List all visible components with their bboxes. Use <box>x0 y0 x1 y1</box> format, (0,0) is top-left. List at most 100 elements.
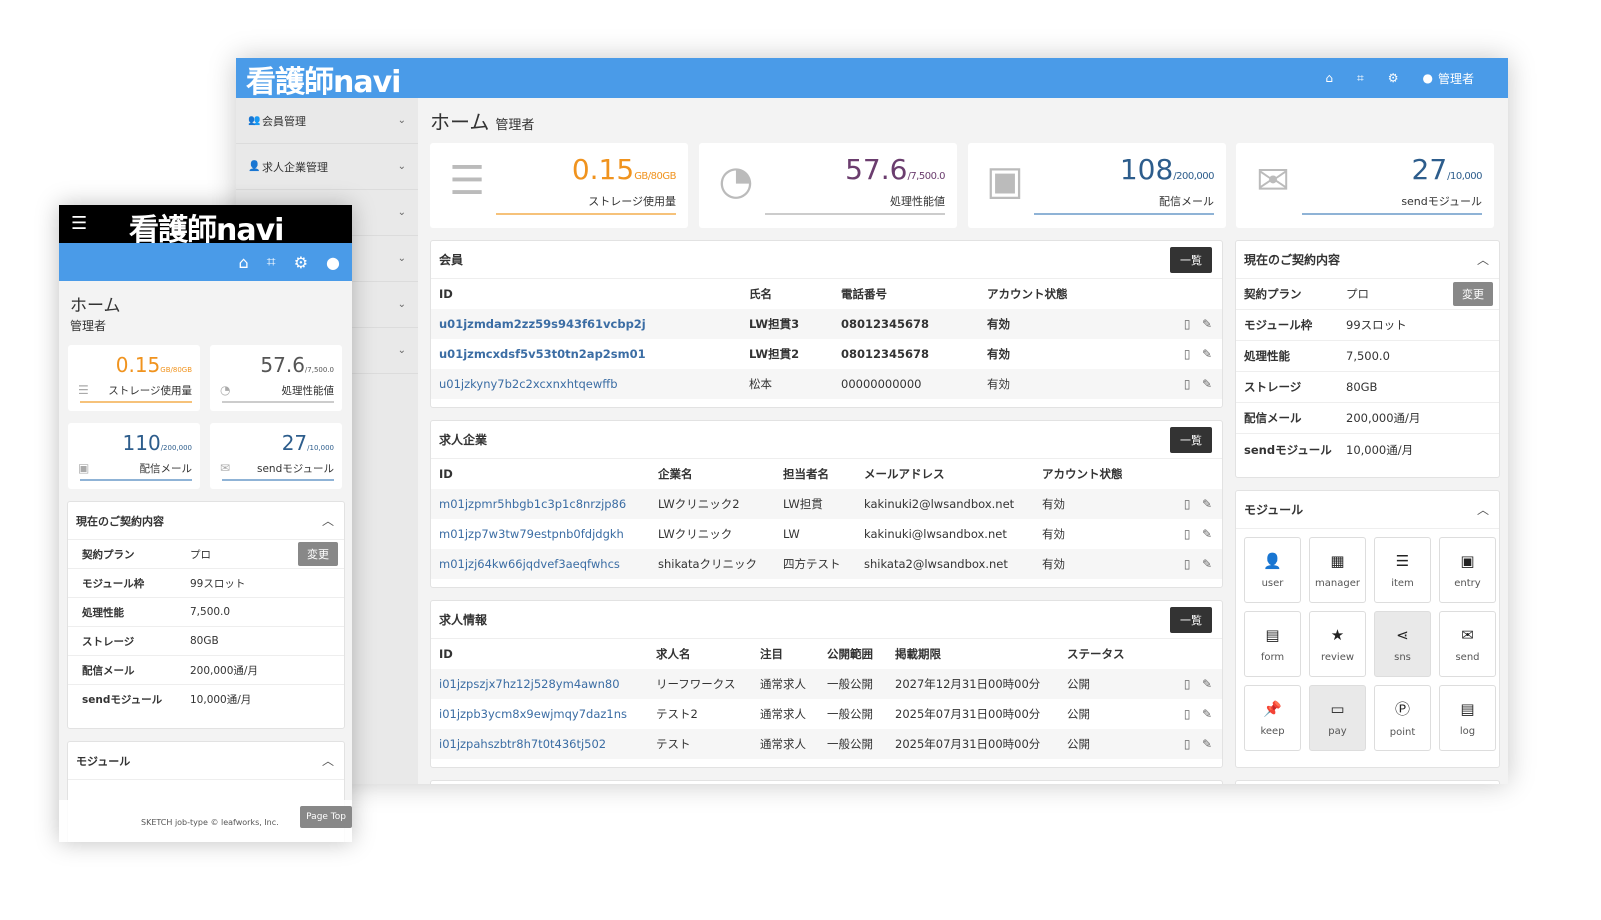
module-form[interactable]: ▤ form <box>1244 611 1301 677</box>
contract-row: 処理性能 7,500.0 <box>68 598 344 627</box>
member-id-link[interactable]: u01jzkyny7b2c2xcxnxhtqewffb <box>431 369 741 399</box>
edit-icon[interactable]: ✎ <box>1202 527 1212 541</box>
column-header: 注目 <box>760 647 783 661</box>
modules-card: モジュール ︿ 👤 user ▦ manager ☰ item ▣ entry ▤ form… <box>1235 490 1500 768</box>
sidebar-item-members[interactable]: 👥 会員管理 ⌄ <box>236 98 418 144</box>
book-icon[interactable]: ⌗ <box>267 252 276 272</box>
copyright-text: SKETCH job-type © leafworks, Inc. <box>141 818 279 827</box>
contract-card: 現在のご契約内容 ︿ 契約プラン プロ 変更 モジュール枠 99スロット 処理性能 7,5… <box>1235 240 1500 478</box>
module-point[interactable]: Ⓟpoint <box>1374 685 1431 751</box>
hamburger-menu-icon[interactable]: ☰ <box>71 213 87 234</box>
desktop-header: 看護師navi ⌂ ⌗ ⚙ ● 管理者 <box>236 58 1508 101</box>
module-log[interactable]: ▤ log <box>1439 685 1496 751</box>
stat-label: sendモジュール <box>256 463 334 475</box>
edit-icon[interactable]: ✎ <box>1202 557 1212 571</box>
page-subtitle: 管理者 <box>495 118 535 133</box>
document-icon[interactable]: ▯ <box>1184 497 1191 511</box>
module-pay[interactable]: ▭ pay <box>1309 685 1366 751</box>
document-icon[interactable]: ▯ <box>1184 737 1191 751</box>
storage-icon: ☰ <box>449 158 485 204</box>
module-sns[interactable]: ⋖ sns <box>1374 611 1431 677</box>
document-icon[interactable]: ▯ <box>1184 707 1191 721</box>
sidebar-item-companies[interactable]: 👤 求人企業管理 ⌄ <box>236 144 418 190</box>
module-manager[interactable]: ▦ manager <box>1309 537 1366 603</box>
company-id-link[interactable]: m01jzpmr5hbgb1c3p1c8nrzjp86 <box>431 489 650 519</box>
module-grid: 👤 user ▦ manager ☰ item ▣ entry ▤ form ★ revie… <box>1236 529 1499 751</box>
column-header: ID <box>439 287 453 301</box>
home-icon[interactable]: ⌂ <box>239 253 249 272</box>
page-top-button[interactable]: Page Top <box>300 806 352 828</box>
document-icon[interactable]: ▯ <box>1184 377 1191 391</box>
chevron-down-icon: ⌄ <box>397 115 406 126</box>
gear-icon[interactable]: ⚙ <box>294 253 308 272</box>
page-subtitle: 管理者 <box>70 319 107 333</box>
module-item[interactable]: ☰ item <box>1374 537 1431 603</box>
edit-icon[interactable]: ✎ <box>1202 677 1212 691</box>
change-plan-button[interactable]: 変更 <box>298 542 338 566</box>
chevron-up-icon[interactable]: ︿ <box>1477 251 1489 268</box>
module-keep[interactable]: 📌 keep <box>1244 685 1301 751</box>
edit-icon[interactable]: ✎ <box>1202 737 1212 751</box>
companies-table: ID 企業名 担当者名 メールアドレス アカウント状態 m01jzpmr5hbg… <box>431 459 1222 579</box>
contract-row: 配信メール 200,000通/月 <box>68 656 344 685</box>
mail-icon: ✉ <box>220 461 231 475</box>
document-icon[interactable]: ▯ <box>1184 677 1191 691</box>
members-list-button[interactable]: 一覧 <box>1170 246 1212 273</box>
member-id-link[interactable]: u01jzmdam2zz59s943f61vcbp2j <box>431 309 741 339</box>
members-card: 会員 一覧 ID 氏名 電話番号 アカウント状態 u01jzmdam2zz59s9… <box>430 240 1223 408</box>
module-user[interactable]: 👤 user <box>1244 537 1301 603</box>
chevron-down-icon: ⌄ <box>397 207 406 218</box>
job-id-link[interactable]: i01jzpb3ycm8x9ewjmqy7daz1ns <box>431 699 648 729</box>
stat-value: 57.6/7,500.0 <box>845 153 945 186</box>
company-id-link[interactable]: m01jzj64kw66jqdvef3aeqfwhcs <box>431 549 650 579</box>
stat-value: 0.15GB/80GB <box>571 153 677 186</box>
gear-icon[interactable]: ⚙ <box>1388 71 1399 85</box>
card-title: 現在のご契約内容 <box>76 514 164 528</box>
module-review[interactable]: ★ review <box>1309 611 1366 677</box>
stat-storage: 0.15GB/80GB ☰ ストレージ使用量 <box>68 345 200 411</box>
edit-icon[interactable]: ✎ <box>1202 377 1212 391</box>
column-header: ID <box>439 647 453 661</box>
edit-icon[interactable]: ✎ <box>1202 317 1212 331</box>
user-menu[interactable]: ● 管理者 <box>1423 70 1475 87</box>
edit-icon[interactable]: ✎ <box>1202 707 1212 721</box>
site-logo[interactable]: 看護師navi <box>246 58 401 101</box>
change-plan-button[interactable]: 変更 <box>1453 282 1493 306</box>
credit-card-icon: ▭ <box>1330 699 1345 718</box>
mobile-header: ☰ 看護師navi <box>59 205 352 248</box>
contract-row: sendモジュール 10,000通/月 <box>82 694 252 706</box>
jobs-list-button[interactable]: 一覧 <box>1170 606 1212 633</box>
company-id-link[interactable]: m01jzp7w3tw79estpnb0fdjdgkh <box>431 519 650 549</box>
column-header: 企業名 <box>658 467 693 481</box>
edit-icon[interactable]: ✎ <box>1202 497 1212 511</box>
book-icon[interactable]: ⌗ <box>1357 71 1364 86</box>
stat-value: 110/200,000 <box>122 431 193 455</box>
job-id-link[interactable]: i01jzpahszbtr8h7t0t436tj502 <box>431 729 648 759</box>
chevron-up-icon[interactable]: ︿ <box>322 752 334 769</box>
document-icon[interactable]: ▯ <box>1184 557 1191 571</box>
document-icon[interactable]: ▯ <box>1184 527 1191 541</box>
document-icon[interactable]: ▯ <box>1184 347 1191 361</box>
stat-underline <box>765 213 945 215</box>
header-actions: ⌂ ⌗ ⚙ ● 管理者 <box>1325 58 1474 98</box>
log-icon: ▤ <box>1460 699 1475 718</box>
contract-row: sendモジュール 10,000通/月 <box>1244 442 1414 457</box>
desktop-window: 看護師navi ⌂ ⌗ ⚙ ● 管理者 👥 会員管理 ⌄ 👤 求人企業管理 ⌄ ⌄ ⌄ … <box>236 58 1508 784</box>
stat-label: 処理性能値 <box>281 385 335 397</box>
module-send[interactable]: ✉ send <box>1439 611 1496 677</box>
table-row: i01jzpb3ycm8x9ewjmqy7daz1ns テスト2 通常求人 一般公開 2… <box>431 699 1222 729</box>
chevron-up-icon[interactable]: ︿ <box>322 512 334 529</box>
document-icon[interactable]: ▯ <box>1184 317 1191 331</box>
job-id-link[interactable]: i01jzpszjx7hz12j528ym4awn80 <box>431 669 648 699</box>
contract-row: 契約プラン プロ 変更 <box>1236 279 1499 310</box>
member-id-link[interactable]: u01jzmcxdsf5v53t0tn2ap2sm01 <box>431 339 741 369</box>
edit-icon[interactable]: ✎ <box>1202 347 1212 361</box>
companies-list-button[interactable]: 一覧 <box>1170 426 1212 453</box>
stat-label: ストレージ使用量 <box>108 385 192 397</box>
list-icon: ☰ <box>1395 551 1410 570</box>
home-icon[interactable]: ⌂ <box>1325 71 1333 85</box>
user-circle-icon[interactable]: ● <box>326 253 340 272</box>
chevron-up-icon[interactable]: ︿ <box>1477 501 1489 518</box>
module-entry[interactable]: ▣ entry <box>1439 537 1496 603</box>
stat-underline <box>1034 213 1214 215</box>
